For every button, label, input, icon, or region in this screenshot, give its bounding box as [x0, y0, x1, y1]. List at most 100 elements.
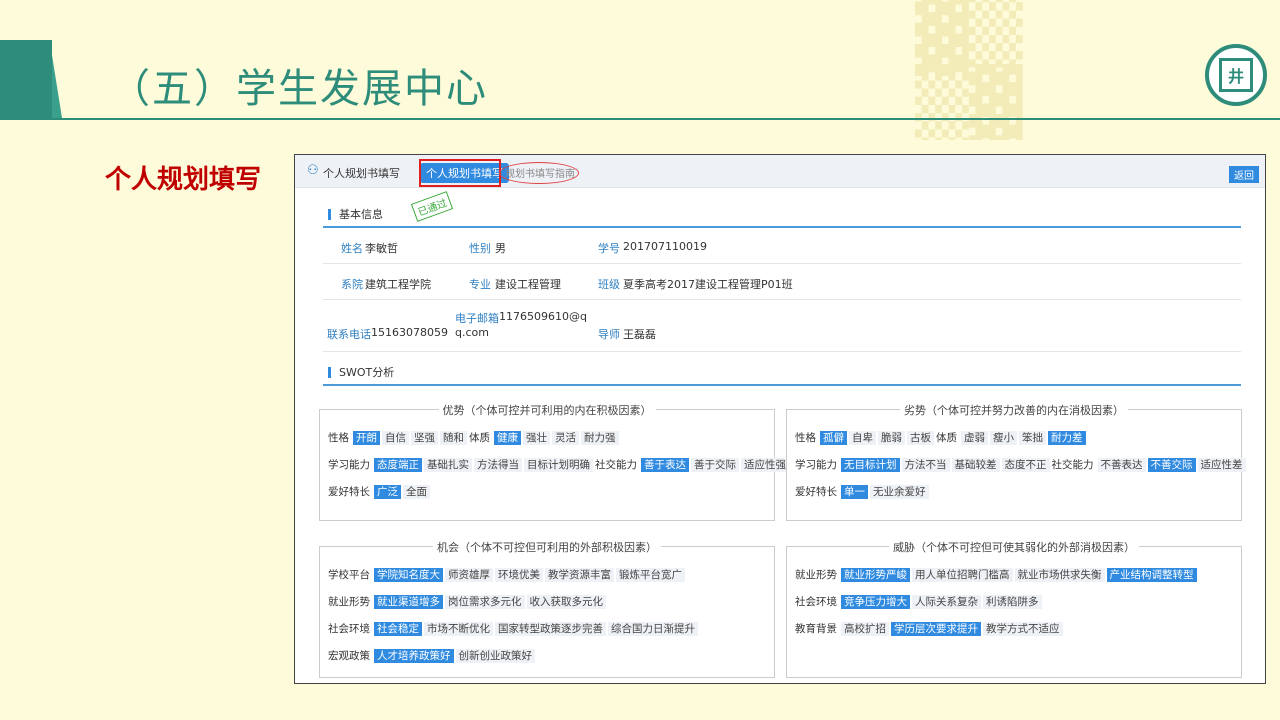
swot-category-label: 爱好特长 [795, 486, 837, 498]
swot-row: 性格 孤僻 自卑 脆弱 古板 体质 虚弱 瘦小 笨拙 耐力差 [795, 430, 1237, 446]
swot-subcategory-label: 体质 [936, 432, 957, 444]
swot-tag[interactable]: 适应性差 [1197, 458, 1246, 472]
swot-tag-selected[interactable]: 态度端正 [374, 458, 422, 472]
swot-tag[interactable]: 灵活 [552, 431, 579, 445]
swot-row: 就业形势 就业形势严峻 用人单位招聘门槛高 就业市场供求失衡 产业结构调整转型 [795, 567, 1237, 583]
swot-tag[interactable]: 随和 [440, 431, 467, 445]
swot-category-label: 就业形势 [328, 596, 370, 608]
swot-tag[interactable]: 教学资源丰富 [545, 568, 614, 582]
highlight-box [419, 159, 501, 187]
swot-tag[interactable]: 综合国力日渐提升 [608, 622, 698, 636]
swot-tag[interactable]: 笨拙 [1019, 431, 1046, 445]
swot-tag-selected[interactable]: 开朗 [353, 431, 380, 445]
swot-category-label: 爱好特长 [328, 486, 370, 498]
swot-tag-selected[interactable]: 单一 [841, 485, 868, 499]
swot-tag-selected[interactable]: 不善交际 [1147, 458, 1196, 472]
student-id-value: 201707110019 [623, 240, 707, 253]
swot-tag[interactable]: 岗位需求多元化 [445, 595, 525, 609]
swot-tag[interactable]: 方法不当 [901, 458, 950, 472]
swot-tag[interactable]: 虚弱 [961, 431, 988, 445]
swot-tag[interactable]: 不善表达 [1097, 458, 1146, 472]
slide-title: （五）学生发展中心 [110, 66, 488, 112]
highlight-oval [499, 162, 579, 184]
swot-tag[interactable]: 市场不断优化 [424, 622, 493, 636]
swot-tag[interactable]: 无业余爱好 [870, 485, 929, 499]
swot-row: 学习能力 无目标计划 方法不当 基础较差 态度不正 社交能力 不善表达 不善交际 适应性差 [795, 457, 1246, 473]
swot-tag[interactable]: 善于交际 [691, 458, 739, 472]
swot-tag[interactable]: 锻炼平台宽广 [616, 568, 685, 582]
swot-tag[interactable]: 耐力强 [581, 431, 619, 445]
swot-tag[interactable]: 高校扩招 [841, 622, 889, 636]
swot-tag-selected[interactable]: 健康 [494, 431, 521, 445]
swot-category-label: 教育背景 [795, 623, 837, 635]
class-value: 夏季高考2017建设工程管理P01班 [623, 278, 793, 291]
name-value: 李敏哲 [365, 242, 398, 255]
swot-tag[interactable]: 基础较差 [951, 458, 1000, 472]
swot-box-threats: 威胁（个体不可控但可使其弱化的外部消极因素） 就业形势 就业形势严峻 用人单位招聘门槛… [786, 541, 1242, 678]
tutor-label: 导师 [598, 328, 620, 341]
swot-category-label: 就业形势 [795, 569, 837, 581]
swot-subcategory-label: 社交能力 [595, 459, 637, 471]
swot-category-label: 性格 [328, 432, 349, 444]
swot-tag-selected[interactable]: 竞争压力增大 [841, 595, 910, 609]
swot-row: 宏观政策 人才培养政策好 创新创业政策好 [328, 648, 770, 664]
swot-tag[interactable]: 强壮 [523, 431, 550, 445]
swot-tag[interactable]: 基础扎实 [424, 458, 472, 472]
swot-tag[interactable]: 利诱陷阱多 [983, 595, 1042, 609]
side-label: 个人规划填写 [105, 165, 262, 195]
swot-tag[interactable]: 古板 [907, 431, 934, 445]
swot-tag-selected[interactable]: 社会稳定 [374, 622, 422, 636]
swot-tag[interactable]: 收入获取多元化 [526, 595, 606, 609]
swot-divider [323, 384, 1241, 386]
topbar: ⚇ 个人规划书填写 个人规划书填写 规划书填写指南 返回 [295, 155, 1265, 188]
swot-row: 性格 开朗 自信 坚强 随和 体质 健康 强壮 灵活 耐力强 [328, 430, 770, 446]
swot-tag[interactable]: 瘦小 [990, 431, 1017, 445]
class-label: 班级 [598, 278, 620, 291]
swot-tag-selected[interactable]: 善于表达 [641, 458, 689, 472]
swot-category-label: 宏观政策 [328, 650, 370, 662]
swot-tag[interactable]: 就业市场供求失衡 [1014, 568, 1105, 582]
swot-row: 爱好特长 广泛 全面 [328, 484, 770, 500]
swot-tag-selected[interactable]: 广泛 [374, 485, 401, 499]
swot-tag[interactable]: 国家转型政策逐步完善 [495, 622, 606, 636]
swot-tag[interactable]: 师资雄厚 [445, 568, 493, 582]
swot-tag[interactable]: 用人单位招聘门槛高 [912, 568, 1013, 582]
tutor-value: 王磊磊 [623, 328, 656, 341]
title-underline [0, 118, 1280, 120]
dept-value: 建筑工程学院 [365, 278, 431, 291]
swot-tag[interactable]: 脆弱 [878, 431, 905, 445]
swot-box-title-text: 优势（个体可控并可利用的内在积极因素） [438, 404, 656, 417]
swot-tag[interactable]: 人际关系复杂 [912, 595, 981, 609]
swot-tag[interactable]: 自信 [382, 431, 409, 445]
swot-tag-selected[interactable]: 无目标计划 [841, 458, 900, 472]
swot-category-label: 社会环境 [795, 596, 837, 608]
swot-tag[interactable]: 目标计划明确 [524, 458, 593, 472]
swot-tag-selected[interactable]: 产业结构调整转型 [1106, 568, 1197, 582]
swot-row: 教育背景 高校扩招 学历层次要求提升 教学方式不适应 [795, 621, 1237, 637]
swot-tag-selected[interactable]: 学历层次要求提升 [891, 622, 981, 636]
swot-tag-selected[interactable]: 孤僻 [820, 431, 847, 445]
swot-tag[interactable]: 教学方式不适应 [983, 622, 1063, 636]
swot-category-label: 性格 [795, 432, 816, 444]
swot-tag[interactable]: 方法得当 [474, 458, 522, 472]
info-row-2: 系院 建筑工程学院 专业 建设工程管理 班级 夏季高考2017建设工程管理P01… [323, 264, 1241, 300]
swot-tag-selected[interactable]: 人才培养政策好 [374, 649, 454, 663]
info-row-1: 姓名 李敏哲 性别 男 学号 201707110019 [323, 228, 1241, 264]
swot-tag-selected[interactable]: 耐力差 [1048, 431, 1086, 445]
swot-tag-selected[interactable]: 就业形势严峻 [841, 568, 910, 582]
dept-label: 系院 [341, 278, 363, 291]
swot-tag-selected[interactable]: 就业渠道增多 [374, 595, 443, 609]
topbar-title: 个人规划书填写 [323, 167, 400, 180]
back-button[interactable]: 返回 [1229, 166, 1259, 183]
swot-tag[interactable]: 自卑 [849, 431, 876, 445]
swot-tag[interactable]: 全面 [403, 485, 430, 499]
swot-row: 社会环境 社会稳定 市场不断优化 国家转型政策逐步完善 综合国力日渐提升 [328, 621, 770, 637]
swot-tag[interactable]: 环境优美 [495, 568, 543, 582]
swot-category-label: 学习能力 [328, 459, 370, 471]
basic-info-heading: 基本信息 [328, 209, 383, 220]
swot-tag[interactable]: 创新创业政策好 [455, 649, 535, 663]
swot-tag[interactable]: 坚强 [411, 431, 438, 445]
swot-tag[interactable]: 适应性强 [741, 458, 789, 472]
swot-tag[interactable]: 态度不正 [1001, 458, 1050, 472]
swot-tag-selected[interactable]: 学院知名度大 [374, 568, 443, 582]
